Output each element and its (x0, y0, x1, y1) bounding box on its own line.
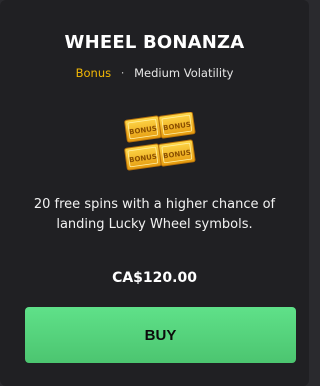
offer-card: WHEEL BONANZA Bonus · Medium Volatility … (0, 0, 309, 386)
offer-tag: Bonus (75, 66, 112, 80)
volatility-label: Medium Volatility (134, 66, 234, 80)
offer-price: CA$120.00 (112, 270, 197, 286)
ticket-icon: BONUS (124, 143, 162, 171)
offer-description: 20 free spins with a higher chance of la… (33, 197, 276, 232)
bonus-tickets-graphic: BONUS BONUS BONUS BONUS (124, 111, 196, 171)
meta-separator: · (120, 66, 125, 80)
offer-meta: Bonus · Medium Volatility (0, 66, 309, 80)
ticket-icon: BONUS (158, 111, 196, 139)
offer-title: WHEEL BONANZA (64, 32, 245, 53)
ticket-icon: BONUS (158, 139, 196, 167)
bonus-tickets-icon: BONUS BONUS BONUS BONUS (124, 111, 196, 174)
ticket-icon: BONUS (124, 115, 162, 143)
buy-button[interactable]: BUY (25, 307, 296, 363)
